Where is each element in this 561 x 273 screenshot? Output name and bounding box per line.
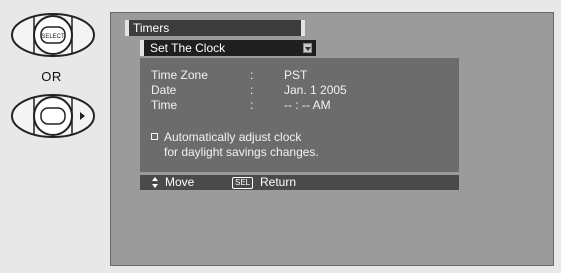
dropdown-arrow-icon[interactable] — [303, 43, 312, 53]
tv-screen: Timers Set The Clock Time Zone : PST Dat… — [110, 12, 554, 266]
set-clock-bar[interactable]: Set The Clock — [140, 40, 316, 56]
up-down-arrow-icon — [152, 177, 158, 188]
sel-key-icon: SEL — [232, 177, 254, 189]
date-separator: : — [250, 83, 254, 97]
title-tab-right — [301, 20, 305, 36]
time-separator: : — [250, 98, 254, 112]
date-value: Jan. 1 2005 — [284, 83, 347, 97]
dst-checkbox[interactable] — [151, 133, 158, 140]
timers-title-bar[interactable]: Timers — [125, 20, 305, 36]
time-zone-separator: : — [250, 68, 254, 82]
dst-option-text: Automatically adjust clock for daylight … — [164, 130, 414, 160]
time-value: -- : -- AM — [284, 98, 331, 112]
svg-text:SELECT: SELECT — [41, 34, 65, 40]
right-arrow-button-icon[interactable] — [10, 93, 96, 139]
time-label: Time — [151, 98, 178, 112]
time-zone-label: Time Zone — [151, 68, 208, 82]
dst-option-line2: for daylight savings changes. — [164, 145, 319, 159]
date-label: Date — [151, 83, 177, 97]
return-hint-label: Return — [260, 175, 297, 189]
navigation-hint-bar: Move SEL Return — [140, 175, 459, 190]
dst-option-line1: Automatically adjust clock — [164, 130, 302, 144]
clock-settings-panel: Time Zone : PST Date : Jan. 1 2005 Time … — [140, 58, 459, 172]
or-label: OR — [41, 69, 62, 84]
time-zone-value: PST — [284, 68, 308, 82]
select-button-icon[interactable]: SELECT — [10, 12, 96, 58]
submenu-title: Set The Clock — [150, 41, 226, 55]
title-tab-left — [125, 20, 129, 36]
menu-title: Timers — [133, 21, 170, 35]
move-hint-label: Move — [165, 175, 195, 189]
submenu-tab-left — [140, 40, 144, 56]
remote-control-panel: SELECT OR — [0, 0, 103, 273]
